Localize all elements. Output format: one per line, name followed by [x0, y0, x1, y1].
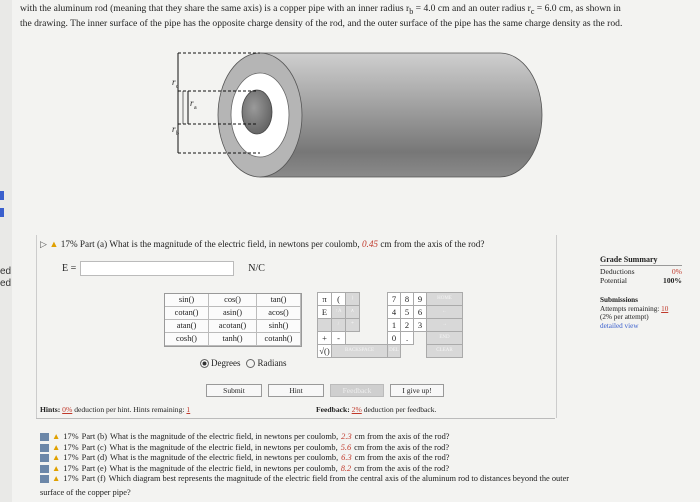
warning-icon: ▲: [52, 442, 61, 452]
sidebar-mark: ed: [0, 266, 12, 277]
warning-icon: ▲: [52, 463, 61, 473]
part-status-icon: [40, 464, 49, 473]
key-dot[interactable]: .: [400, 331, 414, 345]
part-d-row[interactable]: ▲ 17% Part (d) What is the magnitude of …: [40, 453, 569, 464]
key-left-arrow[interactable]: ←: [426, 305, 463, 319]
warning-icon: ▲: [49, 239, 59, 249]
key-backspace[interactable]: BACKSPACE: [331, 344, 388, 358]
hints-info: Hints: 0% deduction per hint. Hints rema…: [40, 405, 191, 414]
key-up[interactable]: ↑A: [331, 305, 346, 319]
key-right-arrow[interactable]: →: [426, 318, 463, 332]
answer-label: E =: [62, 263, 77, 274]
key-multiply[interactable]: *: [345, 318, 360, 332]
answer-input[interactable]: [80, 261, 235, 276]
submit-button[interactable]: Submit: [206, 384, 262, 397]
key-2[interactable]: 2: [400, 318, 414, 332]
part-f-continued: surface of the copper pipe?: [40, 488, 131, 497]
fn-cotan-button[interactable]: cotan(): [165, 307, 209, 320]
key-6[interactable]: 6: [413, 305, 427, 319]
fn-acos-button[interactable]: acos(): [257, 307, 301, 320]
key-caret[interactable]: ∧: [345, 305, 360, 319]
grade-summary: Grade Summary Deductions 0% Potential 10…: [600, 255, 682, 285]
left-sidebar-strip: ed ed: [0, 0, 12, 502]
fn-cotanh-button[interactable]: cotanh(): [257, 333, 301, 346]
problem-intro: with the aluminum rod (meaning that they…: [20, 3, 623, 29]
key-end[interactable]: END: [426, 331, 463, 345]
part-status-icon: [40, 454, 49, 463]
radio-unselected-icon: [246, 359, 256, 369]
key-home[interactable]: HOME: [426, 292, 463, 306]
key-8[interactable]: 8: [400, 292, 414, 306]
feedback-info: Feedback: 2% deduction per feedback.: [316, 405, 437, 414]
divider: [36, 418, 555, 419]
fn-atan-button[interactable]: atan(): [165, 320, 209, 333]
key-0[interactable]: 0: [387, 331, 401, 345]
page: ed ed with the aluminum rod (meaning tha…: [0, 0, 700, 502]
fn-acotan-button[interactable]: acotan(): [209, 320, 257, 333]
key-clear[interactable]: CLEAR: [426, 344, 463, 358]
pipe-diagram: r c r a r b: [172, 52, 543, 178]
sidebar-mark: ed: [0, 278, 12, 289]
svg-text:b: b: [176, 131, 179, 137]
key-4[interactable]: 4: [387, 305, 401, 319]
deductions-row: Deductions 0%: [600, 267, 682, 276]
key-blank[interactable]: [317, 318, 332, 332]
key-9[interactable]: 9: [413, 292, 427, 306]
part-b-row[interactable]: ▲ 17% Part (b) What is the magnitude of …: [40, 432, 569, 443]
radians-radio[interactable]: Radians: [246, 358, 286, 369]
key-7[interactable]: 7: [387, 292, 401, 306]
key-sqrt[interactable]: √(): [317, 344, 332, 358]
calculator-keypad: sin() cos() tan() cotan() asin() acos() …: [164, 292, 464, 373]
key-divide[interactable]: /: [331, 318, 346, 332]
part-e-row[interactable]: ▲ 17% Part (e) What is the magnitude of …: [40, 464, 569, 475]
svg-text:c: c: [176, 84, 179, 90]
angle-mode-row: Degrees Radians: [200, 358, 286, 369]
key-plus[interactable]: +: [317, 331, 332, 345]
part-f-row[interactable]: ▲ 17% Part (f) Which diagram best repres…: [40, 474, 569, 485]
number-pad: π ( ) 7 8 9 HOME E ↑A ∧ 4 5 6 ← / * 1 2 …: [317, 292, 463, 358]
action-buttons: Submit Hint Feedback I give up!: [206, 384, 444, 397]
key-e[interactable]: E: [317, 305, 332, 319]
key-open-paren[interactable]: (: [331, 292, 346, 306]
fn-sinh-button[interactable]: sinh(): [257, 320, 301, 333]
fn-cosh-button[interactable]: cosh(): [165, 333, 209, 346]
degrees-radio[interactable]: Degrees: [200, 358, 240, 369]
svg-text:a: a: [194, 105, 197, 111]
part-status-icon: [40, 433, 49, 442]
submissions-info: Submissions Attempts remaining: 10 (2% p…: [600, 296, 685, 330]
fn-cos-button[interactable]: cos(): [209, 294, 257, 307]
give-up-button[interactable]: I give up!: [390, 384, 444, 397]
key-minus[interactable]: -: [331, 331, 346, 345]
warning-icon: ▲: [52, 453, 61, 462]
fn-tanh-button[interactable]: tanh(): [209, 333, 257, 346]
answer-unit: N/C: [248, 263, 265, 274]
fn-asin-button[interactable]: asin(): [209, 307, 257, 320]
function-buttons: sin() cos() tan() cotan() asin() acos() …: [164, 293, 302, 347]
warning-icon: ▲: [52, 432, 61, 441]
expand-triangle-icon[interactable]: ▷: [40, 239, 47, 249]
warning-icon: ▲: [52, 474, 61, 483]
part-status-icon: [40, 443, 49, 452]
radio-selected-icon: [200, 359, 209, 369]
part-a-question[interactable]: ▷ ▲ 17% Part (a) What is the magnitude o…: [40, 239, 484, 250]
key-del[interactable]: DEL: [387, 344, 401, 358]
key-pi[interactable]: π: [317, 292, 332, 306]
feedback-button[interactable]: Feedback: [330, 384, 384, 397]
answer-row: E = N/C: [62, 261, 265, 276]
other-parts-list: ▲ 17% Part (b) What is the magnitude of …: [40, 432, 569, 485]
key-1[interactable]: 1: [387, 318, 401, 332]
key-5[interactable]: 5: [400, 305, 414, 319]
key-3[interactable]: 3: [413, 318, 427, 332]
key-close-paren[interactable]: ): [345, 292, 360, 306]
potential-row: Potential 100%: [600, 276, 682, 285]
grade-summary-title: Grade Summary: [600, 255, 682, 266]
hint-button[interactable]: Hint: [268, 384, 324, 397]
part-c-row[interactable]: ▲ 17% Part (c) What is the magnitude of …: [40, 443, 569, 454]
detailed-view-link[interactable]: detailed view: [600, 322, 685, 331]
part-status-icon: [40, 475, 49, 484]
fn-tan-button[interactable]: tan(): [257, 294, 301, 307]
fn-sin-button[interactable]: sin(): [165, 294, 209, 307]
